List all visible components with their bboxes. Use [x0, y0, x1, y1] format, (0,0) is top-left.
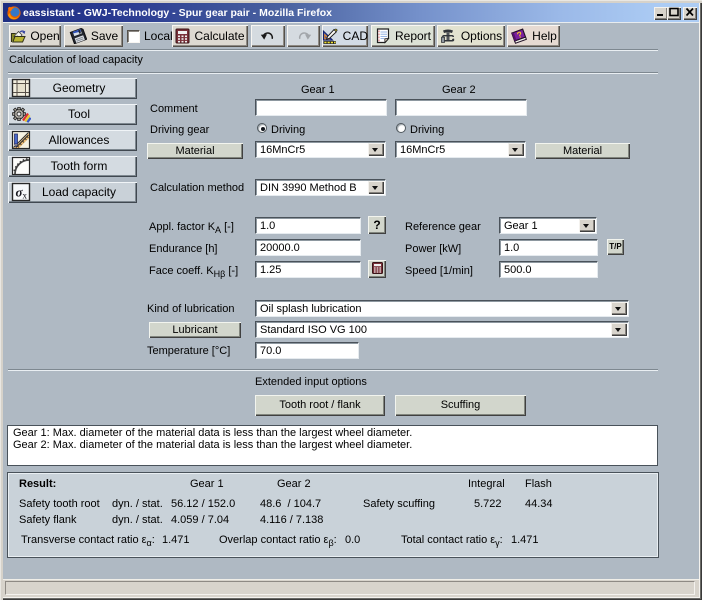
svg-text:x: x: [23, 191, 28, 201]
